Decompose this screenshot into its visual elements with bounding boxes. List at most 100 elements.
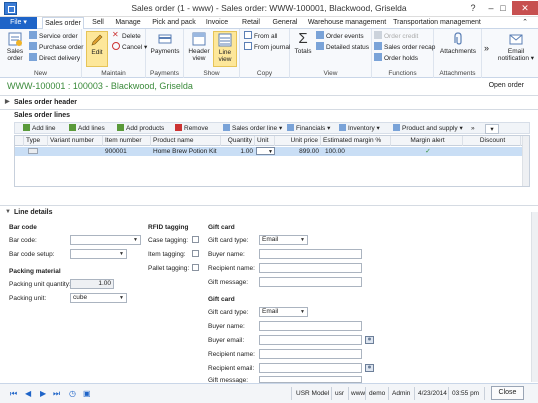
remove-button[interactable]: Remove (175, 123, 208, 134)
recipient-name-field-2[interactable] (259, 349, 362, 359)
ribbon-collapse-icon[interactable]: ⌃ (518, 17, 532, 29)
add-line-button[interactable]: Add line (23, 123, 56, 134)
service-order-button[interactable]: Service order (29, 31, 78, 42)
close-button[interactable]: Close (491, 386, 524, 400)
navigation-icon[interactable]: ◷ (69, 389, 76, 398)
case-tagging-checkbox[interactable] (192, 236, 199, 243)
col-discount[interactable]: Discount (463, 136, 521, 146)
cell-variant[interactable] (48, 147, 103, 156)
col-unit[interactable]: Unit (255, 136, 275, 146)
help-icon[interactable]: ? (464, 1, 482, 15)
maximize-icon[interactable]: □ (494, 1, 512, 15)
buyer-name-field[interactable] (259, 249, 362, 259)
header-view-button[interactable]: Header view (187, 31, 211, 62)
cell-estimated-margin[interactable]: 100.00 (323, 147, 391, 156)
inventory-menu[interactable]: Inventory ▾ (339, 123, 380, 134)
cell-discount[interactable] (463, 147, 521, 156)
line-view-button[interactable]: Line view (213, 31, 237, 67)
tab-invoice[interactable]: Invoice (203, 17, 231, 29)
financials-menu[interactable]: Financials ▾ (287, 123, 330, 134)
cell-quantity[interactable]: 1.00 (221, 147, 255, 156)
cell-unit-select[interactable]: ▼ (256, 147, 275, 155)
col-type[interactable]: Type (24, 136, 48, 146)
order-events-button[interactable]: Order events (316, 31, 364, 42)
section-line-details[interactable]: ▼ Line details (0, 207, 538, 218)
first-record-icon[interactable]: ⏮ (10, 389, 17, 399)
tab-retail[interactable]: Retail (239, 17, 263, 29)
table-row[interactable]: 900001 Home Brew Potion Kit 1.00 ▼ 899.0… (15, 147, 529, 156)
add-lines-button[interactable]: Add lines (69, 123, 105, 134)
attachments-button[interactable]: Attachments (438, 31, 478, 55)
payments-button-label: Payments (150, 48, 180, 55)
edit-button[interactable]: Edit (86, 31, 108, 67)
item-tagging-checkbox[interactable] (192, 250, 199, 257)
col-margin-alert[interactable]: Margin alert (391, 136, 463, 146)
gift-card-type-select[interactable]: Email ▼ (259, 235, 308, 245)
delete-button[interactable]: ✕ Delete (112, 31, 141, 42)
pallet-tagging-checkbox[interactable] (192, 264, 199, 271)
grid-scrollbar[interactable] (522, 136, 529, 186)
gift-message-field[interactable] (259, 277, 362, 287)
from-all-button[interactable]: From all (244, 31, 277, 42)
recipient-name-label-2: Recipient name: (208, 351, 255, 358)
recipient-name-field[interactable] (259, 263, 362, 273)
col-item-number[interactable]: Item number (103, 136, 151, 146)
grid-options-icon[interactable]: ▾ (485, 124, 499, 134)
previous-record-icon[interactable]: ◀ (25, 389, 31, 398)
tab-manage[interactable]: Manage (114, 17, 142, 29)
close-window-icon[interactable]: ✕ (512, 1, 538, 15)
buyer-email-field[interactable] (259, 335, 362, 345)
bar-code-select[interactable]: ▼ (70, 235, 141, 245)
tab-general[interactable]: General (270, 17, 300, 29)
gift-card-type-select-2[interactable]: Email ▼ (259, 307, 308, 317)
sales-order-line-menu[interactable]: Sales order line ▾ (223, 123, 282, 134)
tab-sell[interactable]: Sell (88, 17, 108, 29)
purchase-order-button[interactable]: Purchase order (29, 42, 83, 53)
tab-pick-and-pack[interactable]: Pick and pack (151, 17, 197, 29)
sales-order-button[interactable]: Sales order (3, 31, 27, 62)
cell-unit-price[interactable]: 899.00 (275, 147, 321, 156)
packing-unit-quantity-field[interactable]: 1.00 (70, 279, 114, 289)
more-options-icon[interactable]: » (471, 124, 475, 134)
next-record-icon[interactable]: ▶ (40, 389, 46, 398)
address-book-icon[interactable] (365, 336, 374, 344)
direct-delivery-button[interactable]: Direct delivery (29, 53, 80, 64)
tab-file[interactable]: File ▾ (0, 17, 37, 29)
detailed-status-button[interactable]: Detailed status (316, 42, 369, 53)
order-credit-button[interactable]: Order credit (374, 31, 418, 42)
section-sales-order-lines[interactable]: Sales order lines (0, 110, 538, 121)
bar-code-setup-select[interactable]: ▼ (70, 249, 127, 259)
row-selector[interactable] (15, 147, 24, 156)
section-sales-order-header[interactable]: ▶ Sales order header (0, 97, 538, 108)
col-variant-number[interactable]: Variant number (48, 136, 103, 146)
ribbon-scroll-icon[interactable]: » (484, 43, 489, 53)
cell-product-name[interactable]: Home Brew Potion Kit (151, 147, 221, 156)
add-products-button[interactable]: Add products (117, 123, 164, 134)
tab-transportation-management[interactable]: Transportation management (392, 17, 482, 29)
address-book-icon[interactable] (365, 364, 374, 372)
buyer-name-field-2[interactable] (259, 321, 362, 331)
totals-button[interactable]: Σ Totals (292, 31, 314, 56)
gift-message-field-2[interactable] (259, 376, 362, 383)
payments-button[interactable]: Payments (149, 31, 181, 55)
tab-warehouse-management[interactable]: Warehouse management (307, 17, 387, 29)
select-all-checkbox[interactable] (15, 136, 24, 146)
group-copy-label: Copy (256, 70, 273, 77)
product-and-supply-menu[interactable]: Product and supply ▾ (393, 123, 463, 134)
packing-unit-select[interactable]: cube ▼ (70, 293, 127, 303)
email-notification-button[interactable]: Email notification ▾ (496, 31, 536, 62)
recipient-email-field[interactable] (259, 363, 362, 373)
last-record-icon[interactable]: ⏭ (53, 389, 60, 399)
record-info-icon[interactable]: ▣ (83, 389, 91, 398)
col-product-name[interactable]: Product name (151, 136, 221, 146)
col-estimated-margin[interactable]: Estimated margin % (321, 136, 391, 146)
cell-item-number[interactable]: 900001 (103, 147, 151, 156)
cancel-button[interactable]: Cancel ▾ (112, 42, 147, 53)
col-quantity[interactable]: Quantity (221, 136, 255, 146)
details-scrollbar[interactable] (531, 212, 538, 382)
sales-order-recap-button[interactable]: Sales order recap (374, 42, 435, 53)
order-holds-button[interactable]: Order holds (374, 53, 418, 64)
packing-unit-value: cube (73, 294, 88, 301)
from-journal-button[interactable]: From journal (244, 42, 290, 53)
col-unit-price[interactable]: Unit price (275, 136, 321, 146)
